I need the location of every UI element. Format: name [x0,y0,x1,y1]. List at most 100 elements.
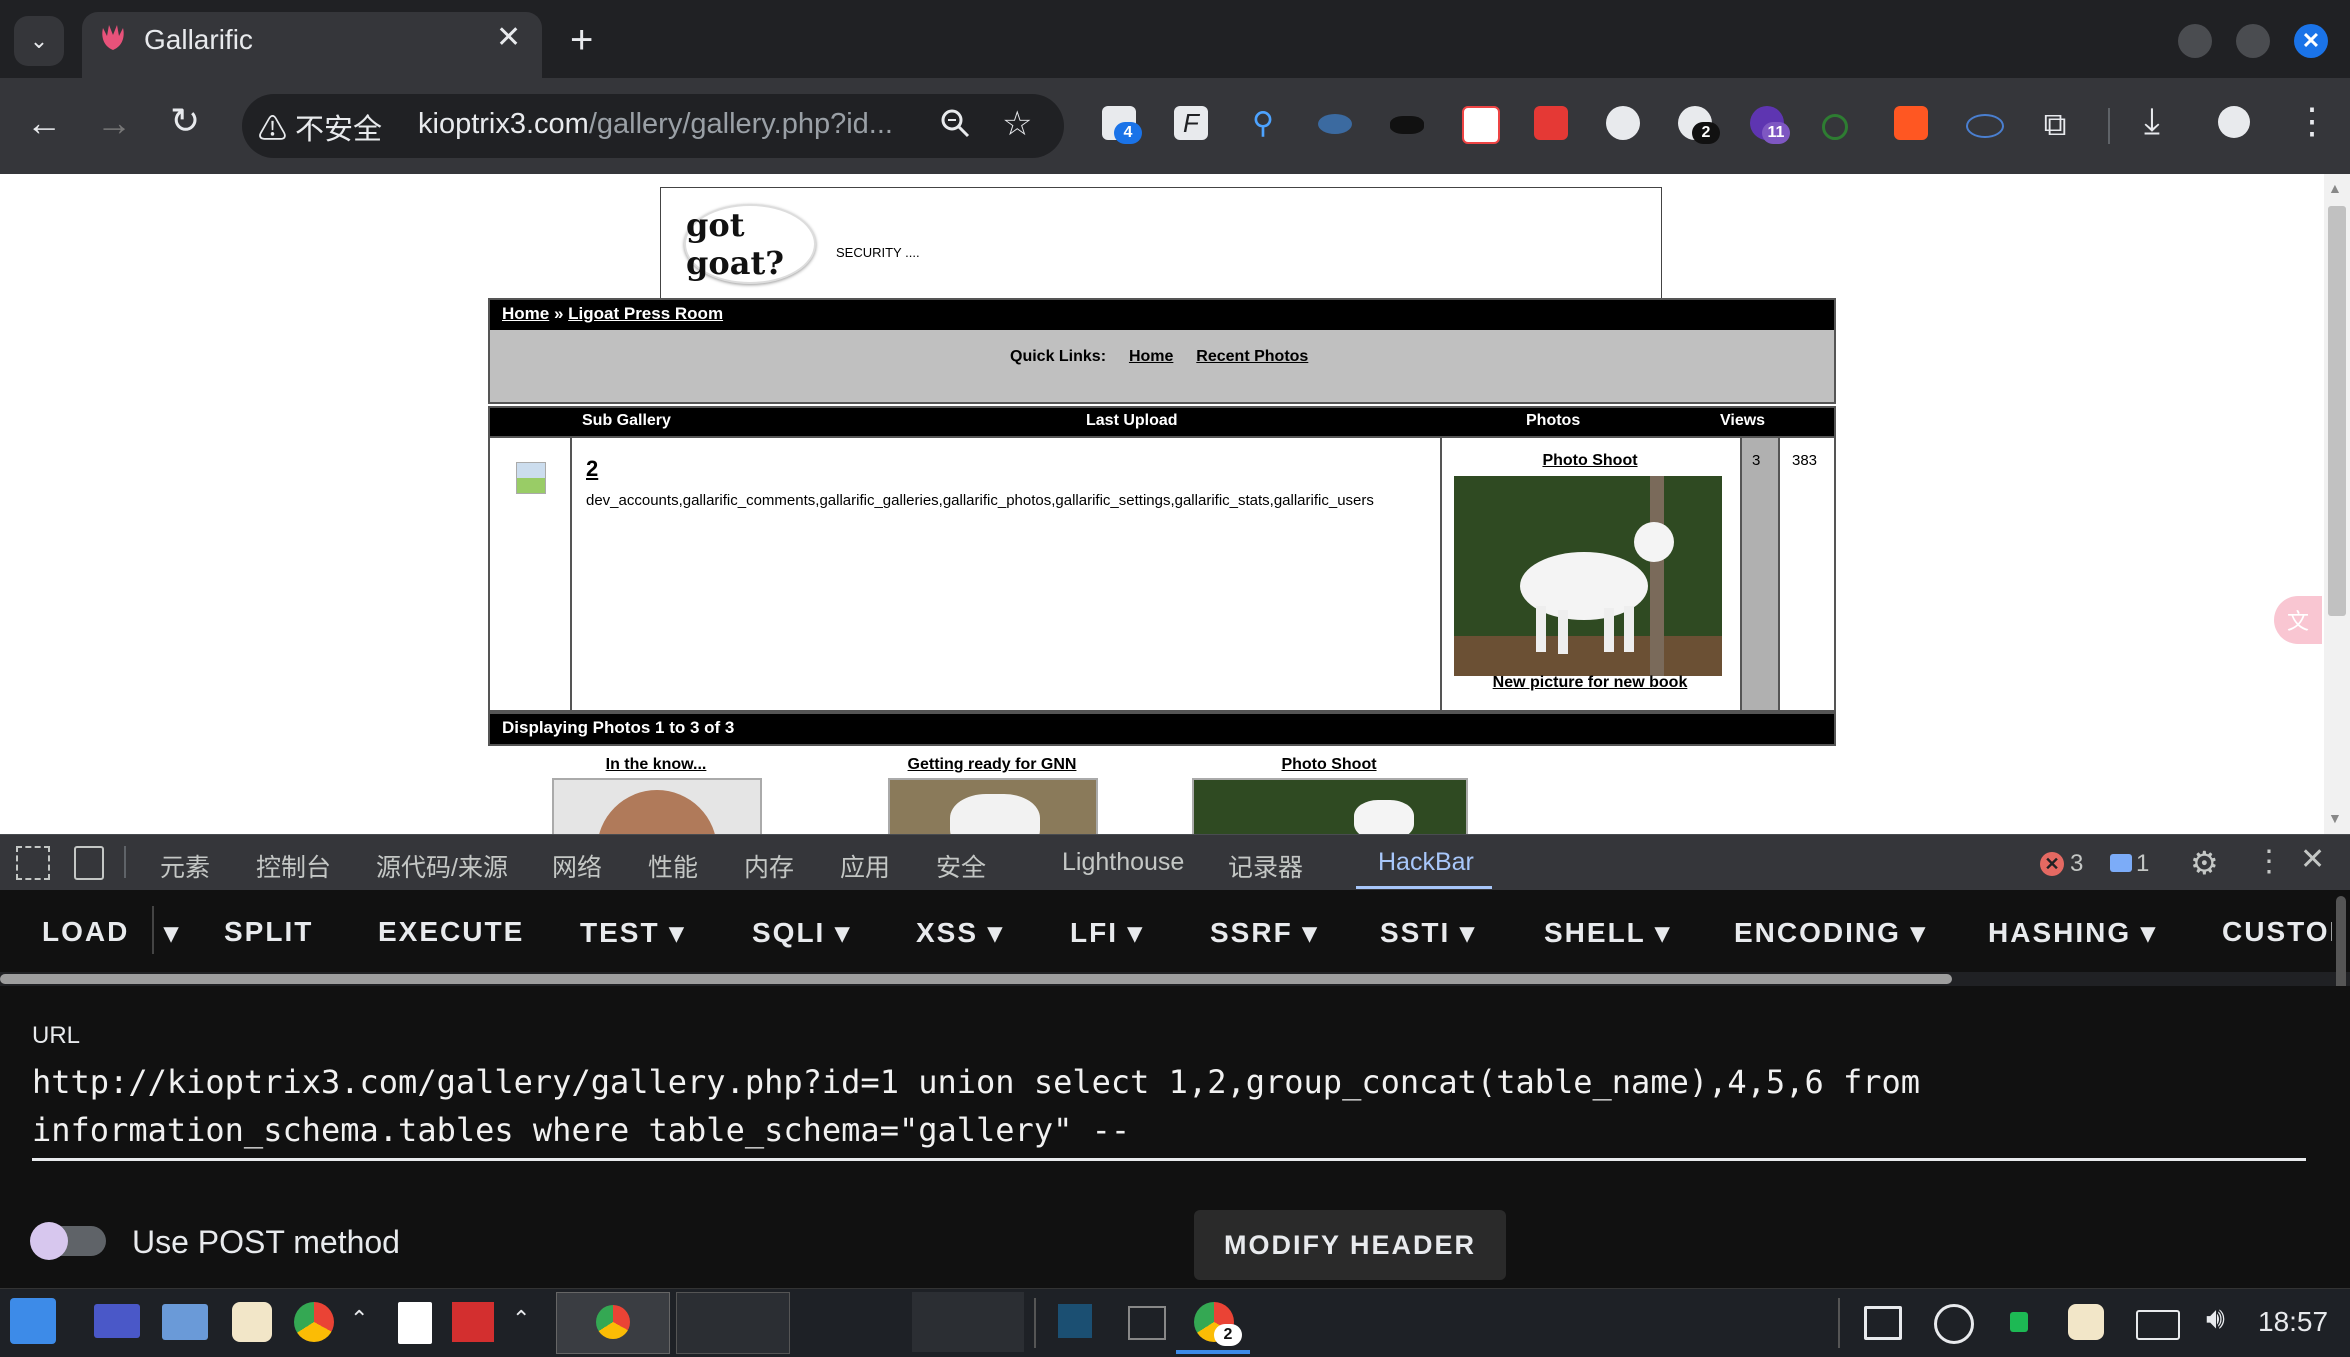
window-maximize-button[interactable] [2236,24,2270,58]
wappalyzer-extension-icon[interactable]: F [1174,106,1208,140]
terminal-icon[interactable] [1128,1306,1166,1340]
quick-link-recent-photos[interactable]: Recent Photos [1196,348,1308,365]
hackbar-xss-button[interactable]: XSS ▾ [916,916,1004,949]
page-scrollbar-thumb[interactable] [2328,206,2346,616]
hackbar-sqli-button[interactable]: SQLI ▾ [752,916,851,949]
last-upload-title-link[interactable]: Photo Shoot [1442,452,1738,470]
extensions-puzzle-icon[interactable]: ⧉ [2038,106,2072,142]
cookie-extension-icon[interactable]: 2 [1678,106,1720,144]
hackbar-horizontal-scrollbar[interactable] [0,974,1952,984]
gallery-name-link[interactable]: 2 [586,456,598,482]
modify-header-button[interactable]: MODIFY HEADER [1194,1210,1506,1280]
chevron-up-icon[interactable]: ⌃ [350,1306,368,1332]
volume-icon[interactable]: 🔊︎ [2206,1302,2225,1336]
network-icon[interactable] [1934,1304,1974,1344]
devtools-tab-network[interactable]: 网络 [552,848,602,884]
not-secure-indicator[interactable]: ⚠ 不安全 [258,106,382,148]
hackbar-ssrf-button[interactable]: SSRF ▾ [1210,916,1319,949]
kali-menu-icon[interactable] [10,1298,56,1344]
post-method-toggle-knob[interactable] [30,1222,68,1260]
devtools-tab-security[interactable]: 安全 [936,848,986,884]
taskbar-window-terminals[interactable] [676,1292,790,1354]
back-arrow-icon[interactable]: ← [26,102,62,144]
scroll-down-icon[interactable]: ▼ [2328,810,2342,826]
chrome-taskbar-icon[interactable]: 2 [1194,1302,1242,1346]
devtools-tab-recorder[interactable]: 记录器 [1228,848,1303,884]
gallery-image-icon[interactable] [516,462,546,494]
thumbnail-caption-link[interactable]: Getting ready for GNN [888,756,1096,774]
devtools-settings-gear-icon[interactable]: ⚙ [2190,844,2219,882]
hackbar-load-dropdown-icon[interactable]: ▾ [164,916,180,949]
zoom-magnifier-icon[interactable] [938,106,972,140]
cube-extension-icon[interactable] [1534,106,1568,140]
green-ring-extension-icon[interactable] [1822,114,1848,140]
quick-link-home[interactable]: Home [1129,348,1173,365]
download-icon[interactable]: ⤓ [2144,100,2160,143]
hackbar-ssti-button[interactable]: SSTI ▾ [1380,916,1476,949]
eye-extension-icon[interactable] [1318,114,1352,134]
devtools-tab-console[interactable]: 控制台 [256,848,331,884]
devtools-tab-lighthouse[interactable]: Lighthouse [1062,848,1184,877]
chevron-up-icon[interactable]: ⌃ [512,1306,530,1332]
location-pin-extension-icon[interactable]: ⚲ [1246,106,1280,140]
hackbar-split-button[interactable]: SPLIT [224,916,313,948]
thumbnail-photo[interactable] [888,778,1098,838]
devtools-close-icon[interactable]: ✕ [2300,842,2325,877]
hackbar-hashing-button[interactable]: HASHING ▾ [1988,916,2157,949]
app-icon[interactable] [232,1302,272,1342]
translate-icon[interactable]: 文 [2274,596,2322,644]
extension-1-icon[interactable]: 4 [1102,106,1142,144]
thumbnail-photo[interactable] [1192,778,1468,838]
new-tab-plus-icon[interactable]: + [570,18,593,63]
scroll-up-icon[interactable]: ▲ [2328,180,2342,196]
hat-extension-icon[interactable] [1390,116,1424,134]
terminal-red-icon[interactable] [452,1302,494,1342]
thumbnail-caption-link[interactable]: In the know... [552,756,760,774]
tab-close-icon[interactable]: ✕ [496,20,521,55]
goat-photo[interactable] [1454,476,1722,676]
bookmark-star-icon[interactable]: ☆ [1002,104,1032,144]
message-icon[interactable] [2110,854,2132,872]
inspect-element-icon[interactable] [16,846,50,880]
keyboard-icon[interactable] [2136,1310,2180,1340]
hackbar-test-button[interactable]: TEST ▾ [580,916,685,949]
window-switch-icon[interactable] [1864,1306,1902,1340]
wave-extension-icon[interactable] [1966,114,2004,138]
chrome-launcher-icon[interactable] [294,1302,334,1342]
device-toolbar-icon[interactable] [74,846,104,880]
taskbar-window-chrome[interactable] [556,1292,670,1354]
hackbar-load-button[interactable]: LOAD [42,916,129,948]
tab-search-chevron-down-icon[interactable]: ⌄ [14,16,64,66]
reload-icon[interactable]: ↻ [170,100,200,142]
site-logo[interactable]: got goat? [684,204,816,284]
text-editor-icon[interactable] [398,1302,432,1344]
clock[interactable]: 18:57 [2258,1306,2328,1338]
address-bar-url[interactable]: kioptrix3.com/gallery/gallery.php?id... [418,108,893,141]
thumbnail-caption-link[interactable]: Photo Shoot [1192,756,1466,774]
message-count[interactable]: 1 [2136,850,2149,878]
devtools-tab-application[interactable]: 应用 [840,848,890,884]
robot-extension-icon[interactable] [1462,106,1500,144]
thumbnail-photo[interactable] [552,778,762,838]
forward-arrow-icon[interactable]: → [96,102,132,144]
last-upload-caption-link[interactable]: New picture for new book [1442,674,1738,692]
window-minimize-button[interactable] [2178,24,2212,58]
taskbar-window-empty[interactable] [912,1292,1024,1352]
error-count[interactable]: 3 [2070,850,2083,878]
devtools-tab-elements[interactable]: 元素 [160,848,210,884]
devtools-tab-memory[interactable]: 内存 [744,848,794,884]
burp-icon[interactable] [1058,1304,1092,1338]
more-menu-icon[interactable]: ⋮ [2294,100,2330,142]
devtools-tab-performance[interactable]: 性能 [648,848,698,884]
window-close-button[interactable]: ✕ [2294,24,2328,58]
file-manager-icon[interactable] [162,1304,208,1340]
error-icon[interactable]: ✕ [2040,852,2064,876]
profile-avatar-icon[interactable] [2218,106,2250,138]
hackbar-execute-button[interactable]: EXECUTE [378,916,524,948]
hackbar-shell-button[interactable]: SHELL ▾ [1544,916,1671,949]
tray-clipboard-icon[interactable] [2068,1304,2104,1340]
breadcrumb-current-link[interactable]: Ligoat Press Room [568,304,723,323]
breadcrumb-home-link[interactable]: Home [502,304,549,323]
url-textarea[interactable]: http://kioptrix3.com/gallery/gallery.php… [32,1058,2312,1154]
hackbar-encoding-button[interactable]: ENCODING ▾ [1734,916,1927,949]
